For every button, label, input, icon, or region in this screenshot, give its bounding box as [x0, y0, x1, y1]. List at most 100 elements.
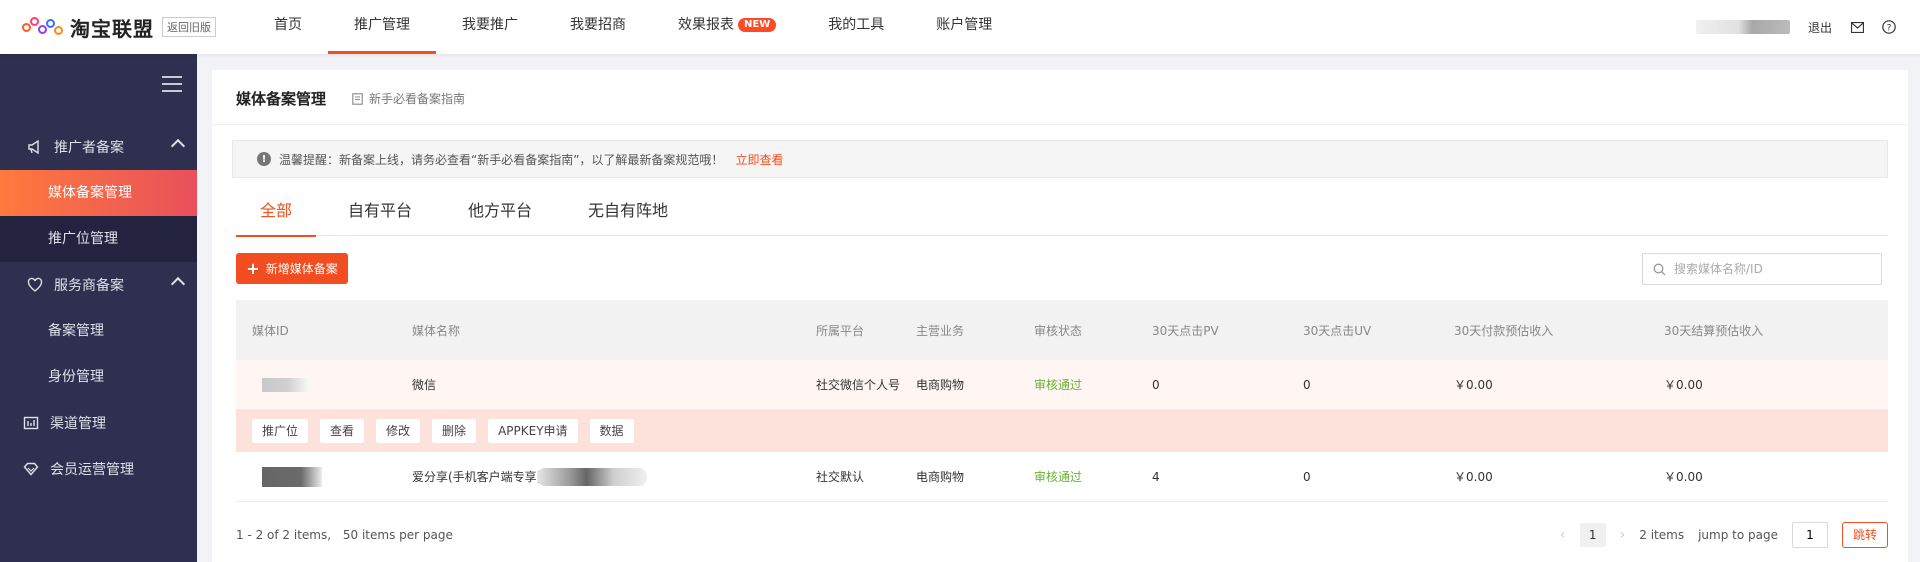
channel-icon: [22, 414, 40, 432]
media-name-cell: 爱分享(手机客户端专享): [412, 452, 648, 501]
help-icon[interactable]: ?: [1882, 20, 1896, 34]
tab-third-party[interactable]: 他方平台: [444, 188, 556, 236]
sidebar-item-label: 会员运营管理: [50, 462, 134, 478]
sidebar: 推广者备案 媒体备案管理 推广位管理 服务商备案 备案管理 身份管理 渠道管理 …: [0, 54, 197, 562]
nav-merchant[interactable]: 我要招商: [544, 0, 652, 54]
add-media-button[interactable]: + 新增媒体备案: [236, 253, 348, 284]
nav-tools[interactable]: 我的工具: [802, 0, 910, 54]
tab-no-own[interactable]: 无自有阵地: [564, 188, 692, 236]
menu-toggle-icon[interactable]: [162, 76, 182, 92]
page-number-current[interactable]: 1: [1579, 523, 1606, 547]
pay-income-value: ￥0.00: [1454, 470, 1493, 484]
media-id-redacted: [262, 360, 308, 409]
table-header: 媒体ID 媒体名称 所属平台 主营业务 审核状态 30天点击PV 30天点击UV…: [236, 300, 1888, 360]
nav-reports[interactable]: 效果报表 NEW: [652, 0, 802, 54]
search-input[interactable]: [1674, 262, 1874, 276]
sidebar-group-provider[interactable]: 服务商备案: [0, 262, 197, 308]
chevron-up-icon: [170, 276, 186, 292]
appkey-apply-button[interactable]: APPKEY申请: [488, 419, 578, 443]
old-version-link[interactable]: 返回旧版: [162, 17, 216, 37]
per-page-text: 50 items per page: [342, 528, 453, 542]
edit-button[interactable]: 修改: [376, 419, 421, 443]
new-badge: NEW: [738, 18, 777, 32]
prev-page-icon[interactable]: ‹: [1560, 527, 1566, 543]
chevron-up-icon: [170, 138, 186, 154]
settle-income-value: ￥0.00: [1664, 378, 1703, 392]
guide-link-label: 新手必看备案指南: [369, 92, 466, 106]
sidebar-item-adzone[interactable]: 推广位管理: [0, 216, 197, 262]
sidebar-group-label: 推广者备案: [54, 140, 124, 156]
sidebar-item-filing[interactable]: 备案管理: [0, 308, 197, 354]
media-business: 电商购物: [916, 378, 965, 392]
svg-text:?: ?: [1887, 24, 1892, 34]
pv-value: 0: [1152, 377, 1160, 392]
col-media-id: 媒体ID: [252, 323, 289, 338]
sidebar-group-promoter[interactable]: 推广者备案: [0, 124, 197, 170]
tab-own-platform[interactable]: 自有平台: [324, 188, 436, 236]
logout-link[interactable]: 退出: [1808, 19, 1832, 36]
jump-page-input[interactable]: [1791, 522, 1828, 548]
top-right-area: 退出 ?: [1695, 0, 1896, 54]
next-page-icon[interactable]: ›: [1620, 527, 1626, 543]
data-button[interactable]: 数据: [589, 419, 634, 443]
jump-label: jump to page: [1698, 528, 1778, 542]
search-icon: [1653, 263, 1666, 275]
nav-promotion-management[interactable]: 推广管理: [328, 0, 436, 54]
logo-icon: [22, 15, 64, 39]
adzone-button[interactable]: 推广位: [252, 419, 309, 443]
document-icon: [352, 92, 363, 105]
table-row[interactable]: 微信 社交微信个人号 电商购物 审核通过 0 0 ￥0.00 ￥0.00: [236, 360, 1888, 410]
nav-home[interactable]: 首页: [248, 0, 328, 54]
tab-all[interactable]: 全部: [236, 188, 317, 237]
col-media-name: 媒体名称: [412, 323, 461, 338]
pv-value: 4: [1152, 469, 1160, 484]
page-title: 媒体备案管理: [236, 90, 327, 108]
add-media-label: 新增媒体备案: [265, 262, 338, 276]
settle-income-value: ￥0.00: [1664, 470, 1703, 484]
uv-value: 0: [1303, 377, 1311, 392]
notice-view-link[interactable]: 立即查看: [735, 151, 783, 168]
media-platform: 社交默认: [816, 470, 865, 484]
col-platform: 所属平台: [816, 323, 865, 338]
notice-text: 温馨提醒：新备案上线，请务必查看“新手必看备案指南”，以了解最新备案规范哦！: [279, 152, 724, 167]
view-button[interactable]: 查看: [320, 419, 365, 443]
items-summary: 1 - 2 of 2 items,: [236, 528, 332, 542]
pagination-summary: 1 - 2 of 2 items, 50 items per page: [236, 528, 453, 542]
main-card: 媒体备案管理 新手必看备案指南 ! 温馨提醒：新备案上线，请务必查看“新手必看备…: [212, 70, 1908, 562]
nav-promote[interactable]: 我要推广: [436, 0, 544, 54]
status-badge: 审核通过: [1034, 378, 1083, 392]
pagination: ‹ 1 › 2 items jump to page 跳转: [1560, 520, 1888, 550]
col-settle-income: 30天结算预估收入: [1664, 323, 1764, 338]
notice-banner: ! 温馨提醒：新备案上线，请务必查看“新手必看备案指南”，以了解最新备案规范哦！…: [232, 140, 1888, 178]
main-nav: 首页 推广管理 我要推广 我要招商 效果报表 NEW 我的工具 账户管理: [248, 0, 1018, 54]
delete-button[interactable]: 删除: [432, 419, 477, 443]
media-table: 媒体ID 媒体名称 所属平台 主营业务 审核状态 30天点击PV 30天点击UV…: [236, 300, 1888, 502]
guide-link[interactable]: 新手必看备案指南: [352, 90, 465, 107]
username-redacted[interactable]: [1695, 20, 1790, 34]
table-row[interactable]: 爱分享(手机客户端专享) 社交默认 电商购物 审核通过 4 0 ￥0.00 ￥0…: [236, 452, 1888, 502]
media-platform: 社交微信个人号: [816, 378, 901, 392]
sidebar-item-identity[interactable]: 身份管理: [0, 354, 197, 400]
nav-reports-label: 效果报表: [678, 17, 734, 33]
sidebar-group-label: 服务商备案: [54, 278, 124, 294]
nav-account[interactable]: 账户管理: [910, 0, 1018, 54]
search-box: [1642, 253, 1882, 285]
status-badge: 审核通过: [1034, 470, 1083, 484]
top-bar: 淘宝联盟 返回旧版 首页 推广管理 我要推广 我要招商 效果报表 NEW 我的工具…: [0, 0, 1920, 54]
col-status: 审核状态: [1034, 323, 1083, 338]
sidebar-item-member-ops[interactable]: 会员运营管理: [0, 446, 197, 492]
shield-heart-icon: [26, 276, 44, 294]
total-items: 2 items: [1639, 528, 1685, 542]
col-business: 主营业务: [916, 323, 965, 338]
jump-button[interactable]: 跳转: [1841, 522, 1888, 548]
row-actions: 推广位 查看 修改 删除 APPKEY申请 数据: [236, 410, 1888, 452]
megaphone-icon: [26, 138, 44, 156]
diamond-icon: [22, 460, 40, 478]
warning-icon: !: [257, 152, 271, 166]
media-name: 爱分享(手机客户端专享): [412, 470, 542, 484]
sidebar-item-channel[interactable]: 渠道管理: [0, 400, 197, 446]
uv-value: 0: [1303, 469, 1311, 484]
mail-icon[interactable]: [1850, 20, 1864, 34]
sidebar-item-media-filing[interactable]: 媒体备案管理: [0, 170, 197, 216]
logo[interactable]: 淘宝联盟 返回旧版: [22, 13, 248, 42]
